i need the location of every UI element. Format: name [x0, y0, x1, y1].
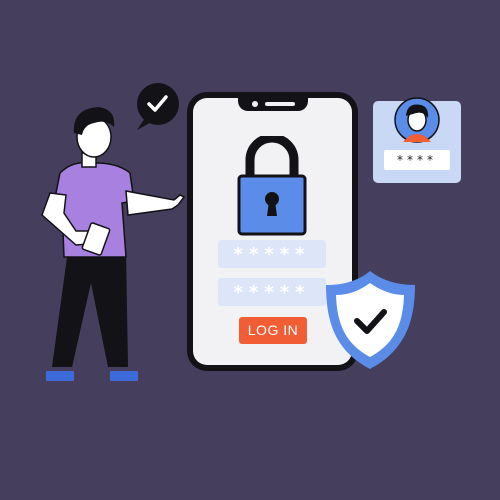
profile-card: **** [373, 97, 461, 183]
phone-notch [237, 98, 308, 111]
login-button[interactable]: LOG IN [239, 317, 307, 344]
camera-dot [251, 101, 258, 107]
illustration: ***** ***** LOG IN **** [0, 0, 500, 500]
padlock-icon [237, 136, 307, 236]
user-avatar-icon [394, 97, 440, 143]
speaker-bar [264, 102, 295, 106]
password-confirm-field[interactable]: ***** [218, 278, 326, 306]
password-field[interactable]: ***** [218, 240, 326, 268]
person-figure [41, 107, 186, 381]
pin-field[interactable]: **** [384, 150, 450, 170]
shield-check-icon [326, 271, 415, 369]
